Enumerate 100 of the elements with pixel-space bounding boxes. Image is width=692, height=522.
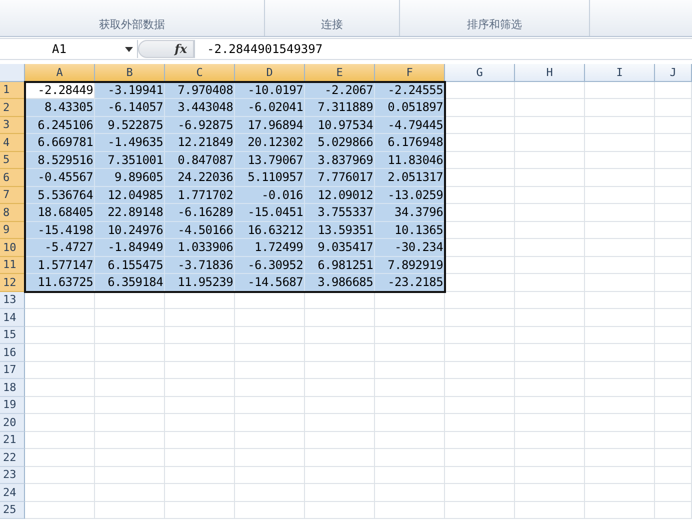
- row-header[interactable]: 11: [0, 256, 25, 274]
- table-cell: [445, 292, 515, 309]
- column-header[interactable]: F: [375, 64, 445, 82]
- table-cell: [375, 432, 445, 449]
- row-header[interactable]: 16: [0, 344, 25, 362]
- row-header[interactable]: 9: [0, 222, 25, 239]
- table-cell: 11.83046: [375, 152, 445, 169]
- table-cell: [585, 204, 655, 222]
- table-cell: [95, 379, 165, 396]
- caret-icon: [125, 46, 133, 52]
- table-cell: 9.035417: [305, 239, 375, 256]
- table-cell: [655, 414, 692, 432]
- row-header[interactable]: 5: [0, 152, 25, 169]
- column-header[interactable]: D: [235, 64, 305, 82]
- row-header[interactable]: 13: [0, 292, 25, 309]
- table-cell: [95, 414, 165, 432]
- row-header[interactable]: 17: [0, 362, 25, 379]
- table-cell: -15.0451: [235, 204, 305, 222]
- table-cell: 10.24976: [95, 222, 165, 239]
- table-cell: [585, 292, 655, 309]
- table-cell: [165, 466, 235, 484]
- row-header[interactable]: 25: [0, 502, 25, 519]
- row-header[interactable]: 22: [0, 449, 25, 466]
- table-cell: [445, 396, 515, 414]
- name-box[interactable]: A1: [0, 40, 138, 58]
- column-header[interactable]: H: [515, 64, 585, 82]
- row-header[interactable]: 10: [0, 239, 25, 256]
- table-cell: 6.669781: [25, 134, 95, 152]
- table-cell: [235, 379, 305, 396]
- select-all-corner[interactable]: [0, 64, 25, 82]
- table-cell: [445, 116, 515, 134]
- table-cell: [445, 82, 515, 99]
- row-header[interactable]: 2: [0, 99, 25, 116]
- row-header[interactable]: 8: [0, 204, 25, 222]
- table-cell: [305, 326, 375, 344]
- row-header[interactable]: 1: [0, 82, 25, 99]
- table-cell: [655, 134, 692, 152]
- column-header[interactable]: J: [655, 64, 692, 82]
- table-cell: [515, 484, 585, 502]
- table-cell: 12.21849: [165, 134, 235, 152]
- table-cell: [585, 134, 655, 152]
- table-cell: 11.95239: [165, 274, 235, 292]
- table-cell: 17.96894: [235, 116, 305, 134]
- row-header[interactable]: 4: [0, 134, 25, 152]
- table-cell: [95, 432, 165, 449]
- table-cell: 1.72499: [235, 239, 305, 256]
- table-cell: [515, 326, 585, 344]
- row-header[interactable]: 23: [0, 466, 25, 484]
- table-cell: [445, 222, 515, 239]
- row-header[interactable]: 12: [0, 274, 25, 292]
- insert-function-button[interactable]: fx: [174, 42, 187, 56]
- table-cell: [585, 362, 655, 379]
- table-cell: [445, 484, 515, 502]
- table-cell: 13.59351: [305, 222, 375, 239]
- table-cell: [95, 502, 165, 519]
- column-header[interactable]: G: [445, 64, 515, 82]
- column-header[interactable]: C: [165, 64, 235, 82]
- table-cell: [235, 432, 305, 449]
- table-cell: [445, 239, 515, 256]
- table-cell: [655, 396, 692, 414]
- table-cell: [515, 344, 585, 362]
- table-cell: [655, 432, 692, 449]
- table-cell: [445, 414, 515, 432]
- column-header[interactable]: I: [585, 64, 655, 82]
- column-header[interactable]: B: [95, 64, 165, 82]
- table-cell: [445, 502, 515, 519]
- table-cell: -23.2185: [375, 274, 445, 292]
- row-header[interactable]: 7: [0, 186, 25, 204]
- table-cell: [235, 449, 305, 466]
- row-header[interactable]: 20: [0, 414, 25, 432]
- row-header[interactable]: 14: [0, 309, 25, 326]
- table-cell: 5.029866: [305, 134, 375, 152]
- row-header[interactable]: 21: [0, 432, 25, 449]
- table-cell: -4.50166: [165, 222, 235, 239]
- table-cell: [655, 379, 692, 396]
- ribbon-group-label: 获取外部数据: [99, 17, 165, 32]
- table-cell: [515, 134, 585, 152]
- table-cell: 20.12302: [235, 134, 305, 152]
- table-cell: [305, 379, 375, 396]
- table-cell: [95, 309, 165, 326]
- table-cell: [305, 344, 375, 362]
- ribbon-group-label: 排序和筛选: [467, 17, 522, 32]
- table-cell: [585, 484, 655, 502]
- table-cell: [305, 502, 375, 519]
- formula-field[interactable]: -2.2844901549397: [194, 40, 692, 58]
- column-header[interactable]: E: [305, 64, 375, 82]
- table-cell: 8.529516: [25, 152, 95, 169]
- row-header[interactable]: 3: [0, 116, 25, 134]
- table-cell: 7.311889: [305, 99, 375, 116]
- row-header[interactable]: 24: [0, 484, 25, 502]
- row-header[interactable]: 19: [0, 396, 25, 414]
- row-header[interactable]: 15: [0, 326, 25, 344]
- table-cell: [515, 256, 585, 274]
- row-header[interactable]: 6: [0, 169, 25, 186]
- column-header[interactable]: A: [25, 64, 95, 82]
- table-cell: 22.89148: [95, 204, 165, 222]
- table-cell: [585, 309, 655, 326]
- table-cell: 1.033906: [165, 239, 235, 256]
- table-cell: [95, 362, 165, 379]
- row-header[interactable]: 18: [0, 379, 25, 396]
